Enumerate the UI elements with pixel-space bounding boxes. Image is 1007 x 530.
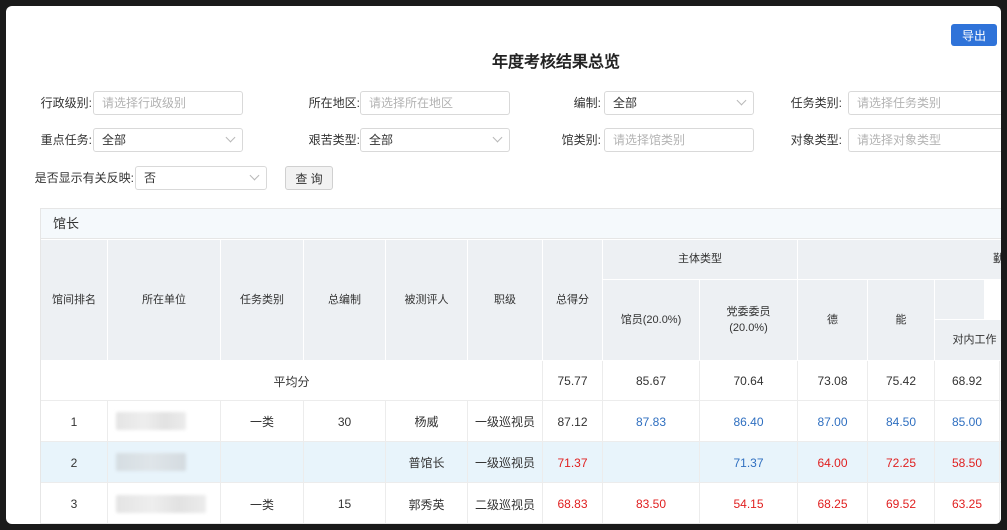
average-staff: 85.67 bbox=[603, 361, 700, 401]
show-feedback-label: 是否显示有关反映: bbox=[34, 171, 134, 185]
header-total-staff: 总编制 bbox=[304, 240, 386, 361]
staffing-select[interactable]: 全部 bbox=[604, 91, 754, 115]
app-window: 导出 年度考核结果总览 行政级别: 请选择行政级别 所在地区: 请选择所在地区 … bbox=[6, 6, 1001, 524]
hall-type-select[interactable]: 请选择馆类别 bbox=[604, 128, 754, 152]
row-party: 54.15 bbox=[700, 483, 798, 523]
header-level: 职级 bbox=[468, 240, 543, 361]
row-neng: 84.50 bbox=[868, 401, 935, 442]
row-de: 68.25 bbox=[798, 483, 868, 523]
header-party-line1: 党委委员 bbox=[726, 305, 771, 318]
row-rank: 1 bbox=[41, 401, 108, 442]
key-task-label: 重点任务: bbox=[40, 133, 92, 147]
hall-type-label: 馆类别: bbox=[561, 133, 601, 147]
row-neng: 72.25 bbox=[868, 442, 935, 483]
row-internal: 58.50 bbox=[935, 442, 1000, 483]
key-task-select[interactable]: 全部 bbox=[93, 128, 243, 152]
row-rank: 3 bbox=[41, 483, 108, 523]
query-button[interactable]: 查 询 bbox=[285, 166, 333, 190]
row-total-staff: 30 bbox=[304, 401, 386, 442]
admin-level-label: 行政级别: bbox=[40, 96, 92, 110]
header-unit: 所在单位 bbox=[108, 240, 221, 361]
staffing-label: 编制: bbox=[573, 96, 601, 110]
row-party: 71.37 bbox=[700, 442, 798, 483]
show-feedback-value: 否 bbox=[144, 171, 157, 185]
header-total-score: 总得分 bbox=[543, 240, 603, 361]
average-internal: 68.92 bbox=[935, 361, 1000, 401]
row-total: 71.37 bbox=[543, 442, 603, 483]
row-party: 86.40 bbox=[700, 401, 798, 442]
chevron-down-icon bbox=[249, 170, 260, 181]
region-select[interactable]: 请选择所在地区 bbox=[360, 91, 510, 115]
hardship-select[interactable]: 全部 bbox=[360, 128, 510, 152]
header-rank: 馆间排名 bbox=[41, 240, 108, 361]
results-table-section: 馆长 馆间排名 所在单位 任务类别 总编制 被测评人 职级 总得分 主体类型 馆… bbox=[40, 208, 1001, 524]
region-label: 所在地区: bbox=[308, 96, 360, 110]
row-person: 普馆长 bbox=[386, 442, 468, 483]
row-unit bbox=[108, 483, 221, 523]
row-level: 一级巡视员 bbox=[468, 401, 543, 442]
row-total-staff: 15 bbox=[304, 483, 386, 523]
row-unit bbox=[108, 442, 221, 483]
header-party-weight: 党委委员 (20.0%) bbox=[700, 280, 798, 361]
section-title: 馆长 bbox=[41, 209, 1001, 239]
header-staff-weight: 馆员(20.0%) bbox=[603, 280, 700, 361]
export-button[interactable]: 导出 bbox=[951, 24, 997, 46]
target-type-label: 对象类型: bbox=[790, 133, 842, 147]
row-neng: 69.52 bbox=[868, 483, 935, 523]
average-label: 平均分 bbox=[41, 361, 543, 401]
row-task bbox=[221, 442, 304, 483]
header-subject-type: 主体类型 bbox=[603, 240, 798, 280]
row-person: 杨威 bbox=[386, 401, 468, 442]
target-type-select[interactable]: 请选择对象类型 bbox=[848, 128, 1001, 152]
header-task: 任务类别 bbox=[221, 240, 304, 361]
hardship-value: 全部 bbox=[369, 133, 394, 147]
staffing-value: 全部 bbox=[613, 96, 638, 110]
row-person: 郭秀英 bbox=[386, 483, 468, 523]
header-neng: 能 bbox=[868, 280, 935, 361]
row-staff: 87.83 bbox=[603, 401, 700, 442]
row-total-staff bbox=[304, 442, 386, 483]
row-de: 87.00 bbox=[798, 401, 868, 442]
header-spacer bbox=[935, 280, 985, 320]
chevron-down-icon bbox=[736, 95, 747, 106]
key-task-value: 全部 bbox=[102, 133, 127, 147]
row-de: 64.00 bbox=[798, 442, 868, 483]
row-staff bbox=[603, 442, 700, 483]
row-staff: 83.50 bbox=[603, 483, 700, 523]
header-person: 被测评人 bbox=[386, 240, 468, 361]
row-total: 68.83 bbox=[543, 483, 603, 523]
row-level: 二级巡视员 bbox=[468, 483, 543, 523]
task-type-label: 任务类别: bbox=[790, 96, 842, 110]
task-type-select[interactable]: 请选择任务类别 bbox=[848, 91, 1001, 115]
average-neng: 75.42 bbox=[868, 361, 935, 401]
average-de: 73.08 bbox=[798, 361, 868, 401]
header-party-line2: (20.0%) bbox=[729, 322, 768, 334]
row-task: 一类 bbox=[221, 401, 304, 442]
header-clipped-group: 勤 bbox=[935, 240, 1001, 280]
average-party: 70.64 bbox=[700, 361, 798, 401]
row-level: 一级巡视员 bbox=[468, 442, 543, 483]
page-title: 年度考核结果总览 bbox=[491, 54, 620, 71]
average-total: 75.77 bbox=[543, 361, 603, 401]
header-de: 德 bbox=[798, 280, 868, 361]
header-internal-work: 对内工作 bbox=[935, 320, 1001, 361]
row-total: 87.12 bbox=[543, 401, 603, 442]
admin-level-select[interactable]: 请选择行政级别 bbox=[93, 91, 243, 115]
show-feedback-select[interactable]: 否 bbox=[135, 166, 267, 190]
row-internal: 85.00 bbox=[935, 401, 1000, 442]
row-rank: 2 bbox=[41, 442, 108, 483]
row-internal: 63.25 bbox=[935, 483, 1000, 523]
hardship-label: 艰苦类型: bbox=[308, 133, 360, 147]
row-unit bbox=[108, 401, 221, 442]
row-task: 一类 bbox=[221, 483, 304, 523]
chevron-down-icon bbox=[492, 132, 503, 143]
chevron-down-icon bbox=[225, 132, 236, 143]
